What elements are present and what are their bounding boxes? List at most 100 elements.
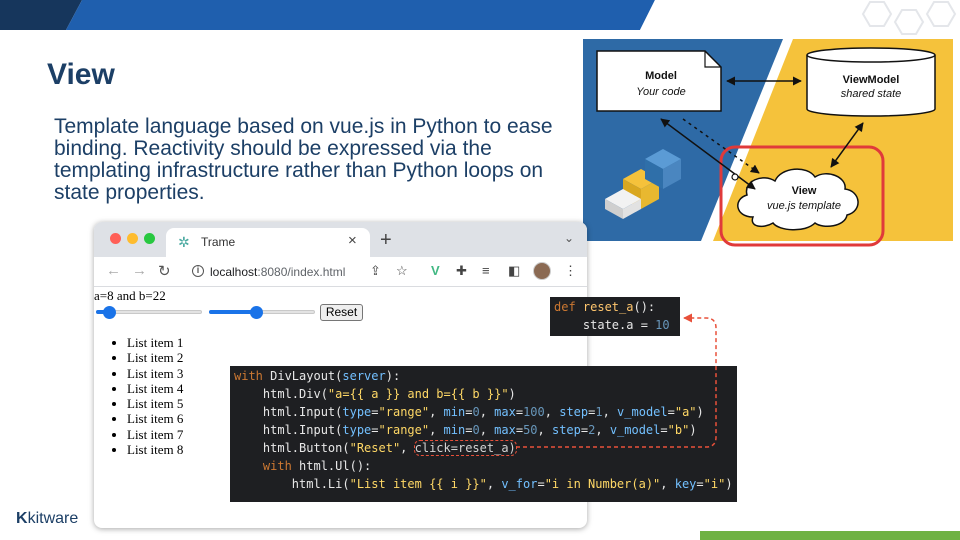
layout-code: with DivLayout(server): html.Div("a={{ a…: [230, 366, 737, 502]
code-token: max: [494, 405, 516, 419]
list-item: List item 1: [127, 335, 183, 350]
code-token: with: [234, 369, 271, 383]
url-field[interactable]: i localhost:8080/index.html: [184, 260, 427, 284]
svg-text:Your code: Your code: [636, 86, 686, 98]
code-token: "i": [703, 477, 726, 491]
reset-function-code: def reset_a(): state.a = 10: [550, 297, 680, 336]
code-token: ): [689, 423, 697, 437]
code-token: ): [725, 477, 733, 491]
code-line: html.Li("List item {{ i }}", v_for="i in…: [234, 475, 733, 493]
close-window-button[interactable]: [110, 233, 121, 244]
code-token: =: [537, 477, 545, 491]
model-box: Model Your code: [596, 50, 722, 112]
svg-text:shared state: shared state: [841, 88, 902, 100]
address-bar-row: ← → ↻ i localhost:8080/index.html ⇪ ☆ V …: [94, 257, 587, 287]
mvvm-diagram: Model Your code ViewModel shared state V…: [583, 39, 953, 247]
code-line: html.Div("a={{ a }} and b={{ b }}"): [234, 385, 733, 403]
slider-b-thumb[interactable]: [250, 306, 263, 319]
share-icon[interactable]: ⇪: [370, 263, 381, 279]
code-token: max: [494, 423, 516, 437]
bottom-accent-bar: [700, 531, 960, 540]
viewmodel-box: ViewModel shared state: [806, 47, 936, 117]
code-token: ): [508, 387, 516, 401]
code-token: def: [554, 300, 583, 314]
code-token: 50: [523, 423, 538, 437]
code-token: ,: [660, 477, 675, 491]
slider-b[interactable]: [209, 305, 315, 319]
code-token: ,: [544, 405, 560, 419]
code-line: html.Input(type="range", min=0, max=50, …: [234, 421, 733, 439]
list-item: List item 5: [127, 396, 183, 411]
slider-a-thumb[interactable]: [103, 306, 116, 319]
items-list: List item 1List item 2List item 3List it…: [127, 335, 183, 457]
code-token: ,: [537, 423, 552, 437]
code-line: html.Input(type="range", min=0, max=100,…: [234, 403, 733, 421]
code-line: state.a = 10: [554, 316, 676, 334]
code-line: html.Button("Reset", click=reset_a): [234, 439, 733, 457]
code-token: DivLayout(: [270, 369, 343, 383]
hexagon-pattern: [861, 1, 957, 35]
code-token: html.Input(: [234, 405, 343, 419]
maximize-window-button[interactable]: [144, 233, 155, 244]
new-tab-button[interactable]: +: [380, 229, 392, 252]
tab-search-icon[interactable]: ⌄: [564, 231, 574, 245]
click-handler-highlight: click=reset_a): [413, 440, 517, 456]
code-token: ,: [479, 405, 495, 419]
forward-arrow-icon[interactable]: →: [132, 262, 147, 279]
profile-avatar[interactable]: [533, 262, 551, 280]
star-icon[interactable]: ☆: [396, 263, 408, 279]
top-banner: [0, 0, 960, 30]
code-token: ,: [479, 423, 495, 437]
code-token: v_for: [501, 477, 538, 491]
ab-values-text: a=8 and b=22: [94, 288, 166, 303]
kitware-logo: Kkitware: [16, 510, 79, 527]
code-token: "i in Number(a)": [544, 477, 661, 491]
code-token: "a={{ a }} and b={{ b }}": [327, 387, 509, 401]
code-token: ,: [429, 405, 444, 419]
code-token: =: [667, 405, 675, 419]
code-token: html.Button(: [234, 441, 350, 455]
code-token: =: [515, 405, 524, 419]
info-icon[interactable]: i: [192, 265, 204, 277]
code-token: =: [371, 405, 379, 419]
code-token: html.Ul():: [299, 459, 372, 473]
minimize-window-button[interactable]: [127, 233, 138, 244]
code-token: =: [371, 423, 379, 437]
code-token: ,: [602, 405, 618, 419]
code-token: ,: [595, 423, 610, 437]
tab-trame[interactable]: ✲ Trame ×: [166, 228, 370, 257]
vue-extension-icon[interactable]: V: [431, 263, 440, 278]
close-tab-icon[interactable]: ×: [348, 232, 357, 249]
code-token: v_model: [609, 423, 661, 437]
list-item: List item 2: [127, 350, 183, 365]
code-token: "b": [667, 423, 690, 437]
kitware-mark-icon: K: [16, 510, 28, 527]
reading-list-icon[interactable]: ≡: [482, 263, 490, 278]
code-token: with: [234, 459, 300, 473]
reload-icon[interactable]: ↻: [158, 262, 171, 280]
svg-text:vue.js template: vue.js template: [767, 200, 841, 212]
code-token: "Reset": [349, 441, 401, 455]
code-line: with DivLayout(server):: [234, 367, 733, 385]
list-item: List item 7: [127, 427, 183, 442]
code-token: server: [342, 369, 386, 383]
puzzle-extension-icon[interactable]: ✚: [456, 263, 467, 279]
back-arrow-icon[interactable]: ←: [106, 262, 121, 279]
slider-a[interactable]: [96, 305, 202, 319]
sidebar-icon[interactable]: ◧: [508, 263, 520, 279]
menu-kebab-icon[interactable]: ⋮: [564, 263, 577, 279]
code-token: state.a =: [554, 318, 656, 332]
code-token: reset_a: [582, 300, 634, 314]
code-token: 1: [595, 405, 603, 419]
code-token: ,: [429, 423, 444, 437]
code-token: ,: [486, 477, 502, 491]
slide-description: Template language based on vue.js in Pyt…: [54, 115, 553, 204]
code-token: 100: [523, 405, 545, 419]
trame-favicon-icon: ✲: [178, 234, 190, 250]
code-token: step: [559, 405, 589, 419]
reset-button[interactable]: Reset: [320, 304, 363, 321]
code-token: "range": [378, 423, 430, 437]
code-token: "range": [378, 405, 430, 419]
code-token: step: [551, 423, 581, 437]
code-token: min: [443, 423, 466, 437]
